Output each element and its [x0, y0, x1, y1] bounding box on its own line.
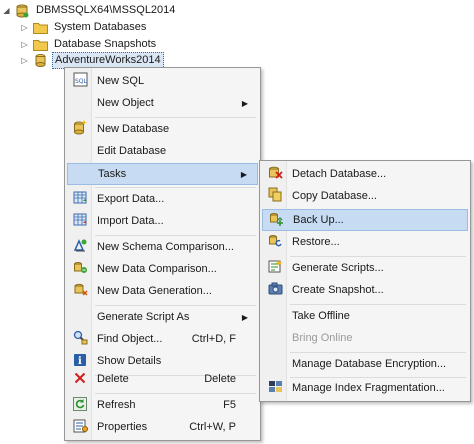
menu-label: New Object	[97, 97, 154, 109]
menu-label: Refresh	[97, 399, 136, 411]
menu-item-export-data[interactable]: Export Data...	[67, 188, 258, 210]
menu-shortcut: F5	[223, 399, 236, 411]
menu-label: Properties	[97, 421, 148, 433]
backup-icon	[269, 211, 284, 229]
expand-icon[interactable]: ▷	[20, 36, 29, 53]
copy-database-icon	[268, 187, 283, 205]
menu-label: Take Offline	[292, 310, 350, 322]
tree-server-node[interactable]: ◢ DBMSSQLX64\MSSQL2014	[2, 2, 177, 19]
index-fragmentation-icon	[268, 379, 283, 397]
database-icon	[32, 53, 48, 69]
menu-item-find-object[interactable]: Find Object... Ctrl+D, F	[67, 328, 258, 350]
menu-label: Generate Script As	[97, 311, 190, 323]
data-generation-icon	[73, 282, 88, 300]
collapse-icon[interactable]: ◢	[2, 2, 11, 19]
menu-item-generate-script-as[interactable]: Generate Script As ▶	[67, 306, 258, 328]
menu-label: Edit Database	[97, 145, 167, 157]
tasks-submenu: Detach Database... Copy Database... Back…	[259, 160, 471, 402]
properties-icon	[73, 419, 88, 436]
system-databases-label[interactable]: System Databases	[52, 20, 148, 35]
menu-label: Show Details	[97, 355, 162, 367]
menu-item-manage-fragmentation[interactable]: Manage Index Fragmentation...	[262, 377, 468, 399]
menu-label: Manage Database Encryption...	[292, 358, 447, 370]
menu-item-back-up[interactable]: Back Up...	[262, 209, 468, 231]
tree-system-databases[interactable]: ▷ System Databases	[20, 19, 148, 36]
folder-icon	[32, 37, 48, 53]
menu-label: Find Object...	[97, 333, 163, 345]
menu-item-detach-database[interactable]: Detach Database...	[262, 163, 468, 185]
menu-label: New SQL	[97, 75, 145, 87]
menu-label: Detach Database...	[292, 168, 387, 180]
menu-label: New Schema Comparison...	[97, 241, 234, 253]
menu-label: New Data Comparison...	[97, 263, 217, 275]
menu-item-new-data-generation[interactable]: New Data Generation...	[67, 280, 258, 302]
expand-icon[interactable]: ▷	[20, 52, 29, 69]
menu-label: Manage Index Fragmentation...	[292, 382, 445, 394]
menu-item-tasks[interactable]: Tasks ▶	[67, 163, 258, 185]
find-object-icon	[73, 330, 88, 348]
menu-item-edit-database[interactable]: Edit Database	[67, 140, 258, 162]
menu-item-properties[interactable]: Properties Ctrl+W, P	[67, 416, 258, 438]
delete-icon	[74, 372, 86, 387]
menu-label: Bring Online	[292, 332, 353, 344]
server-database-icon	[14, 3, 30, 19]
menu-item-new-schema-comparison[interactable]: New Schema Comparison...	[67, 236, 258, 258]
menu-label: Tasks	[98, 168, 127, 180]
menu-label: Generate Scripts...	[292, 262, 384, 274]
menu-label: New Database	[97, 123, 170, 135]
export-data-icon	[73, 191, 88, 208]
info-icon: i	[73, 353, 87, 370]
menu-label: Copy Database...	[292, 190, 377, 202]
menu-item-new-data-comparison[interactable]: New Data Comparison...	[67, 258, 258, 280]
menu-label: Export Data...	[97, 193, 165, 205]
generate-scripts-icon	[268, 259, 283, 277]
refresh-icon	[73, 396, 87, 414]
menu-item-new-database[interactable]: New Database	[67, 118, 258, 140]
submenu-arrow-icon: ▶	[240, 169, 247, 179]
import-data-icon	[73, 213, 88, 230]
menu-item-bring-online: Bring Online	[262, 327, 468, 349]
camera-icon	[268, 282, 283, 298]
menu-label: Delete	[97, 373, 129, 385]
server-name[interactable]: DBMSSQLX64\MSSQL2014	[34, 3, 177, 18]
menu-item-new-sql[interactable]: SQL New SQL	[67, 70, 258, 92]
new-database-icon	[73, 120, 87, 138]
menu-item-refresh[interactable]: Refresh F5	[67, 394, 258, 416]
menu-shortcut: Ctrl+D, F	[191, 333, 236, 345]
database-context-menu: SQL New SQL New Object ▶ New Database Ed…	[64, 67, 261, 441]
menu-item-manage-encryption[interactable]: Manage Database Encryption...	[262, 353, 468, 375]
schema-comparison-icon	[73, 238, 88, 256]
expand-icon[interactable]: ▷	[20, 19, 29, 36]
menu-label: New Data Generation...	[97, 285, 212, 297]
tree-database-snapshots[interactable]: ▷ Database Snapshots	[20, 36, 158, 53]
detach-database-icon	[268, 165, 283, 183]
menu-label: Restore...	[292, 236, 340, 248]
submenu-arrow-icon: ▶	[241, 312, 248, 322]
database-snapshots-label[interactable]: Database Snapshots	[52, 37, 158, 52]
menu-item-import-data[interactable]: Import Data...	[67, 210, 258, 232]
menu-item-restore[interactable]: Restore...	[262, 231, 468, 253]
menu-item-take-offline[interactable]: Take Offline	[262, 305, 468, 327]
data-comparison-icon	[73, 260, 88, 278]
svg-text:SQL: SQL	[75, 78, 88, 85]
menu-item-generate-scripts[interactable]: Generate Scripts...	[262, 257, 468, 279]
menu-shortcut: Delete	[204, 373, 236, 385]
new-sql-icon: SQL	[73, 72, 88, 90]
svg-text:i: i	[78, 356, 82, 367]
menu-item-create-snapshot[interactable]: Create Snapshot...	[262, 279, 468, 301]
folder-icon	[32, 20, 48, 36]
menu-shortcut: Ctrl+W, P	[189, 421, 236, 433]
submenu-arrow-icon: ▶	[241, 98, 248, 108]
restore-icon	[268, 233, 283, 251]
menu-label: Import Data...	[97, 215, 164, 227]
menu-item-new-object[interactable]: New Object ▶	[67, 92, 258, 114]
menu-label: Back Up...	[293, 214, 344, 226]
menu-item-copy-database[interactable]: Copy Database...	[262, 185, 468, 207]
menu-label: Create Snapshot...	[292, 284, 384, 296]
menu-item-delete[interactable]: Delete Delete	[67, 368, 258, 390]
